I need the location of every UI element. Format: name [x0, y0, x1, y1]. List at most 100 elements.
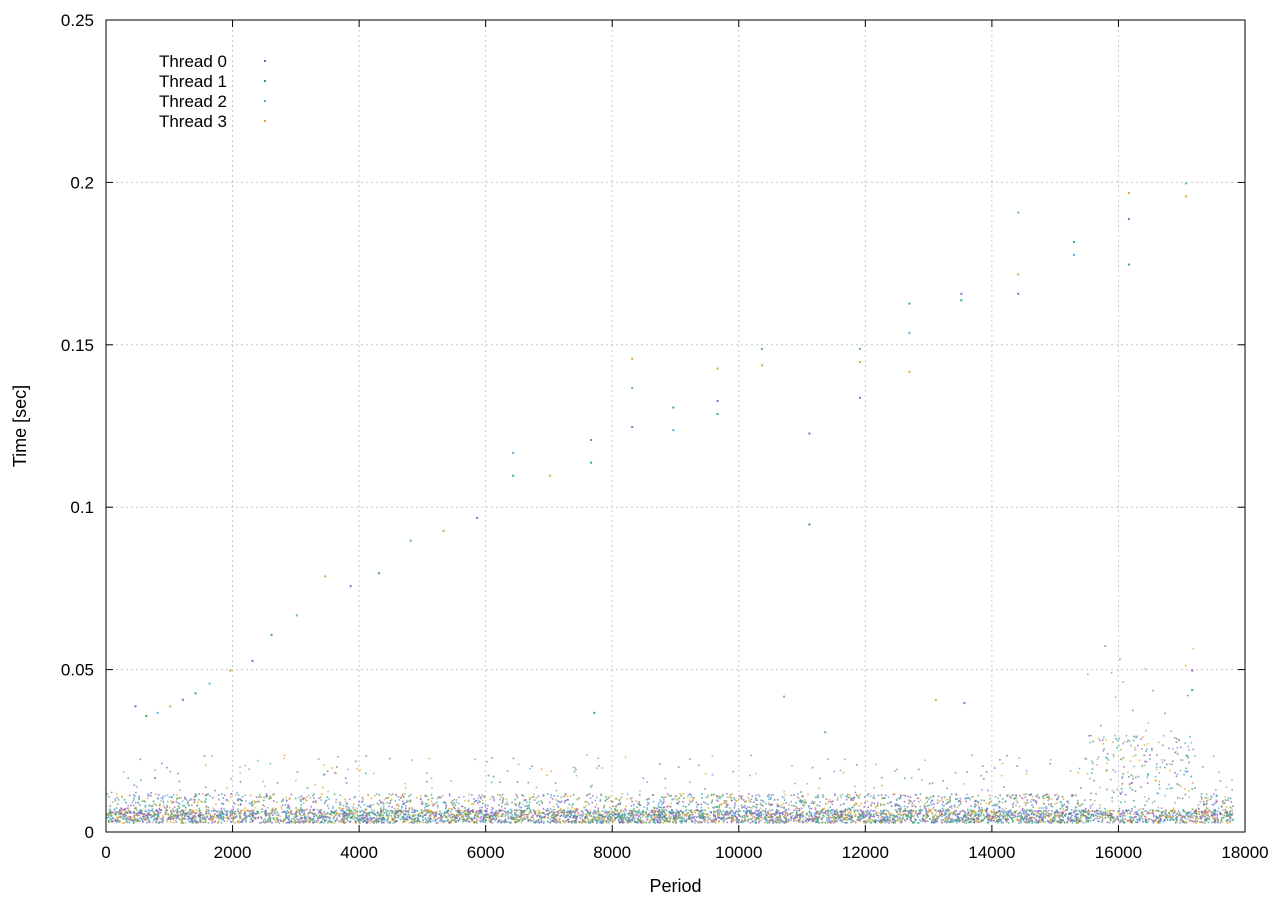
- band-point: [138, 797, 140, 799]
- band-point: [864, 817, 866, 819]
- band-point: [501, 810, 503, 812]
- band-point: [858, 797, 860, 799]
- band-point: [859, 794, 861, 796]
- band-point: [842, 819, 844, 821]
- band-point: [1188, 790, 1190, 792]
- band-point: [179, 807, 181, 809]
- band-point: [411, 807, 413, 809]
- band-point: [486, 817, 488, 819]
- band-point: [770, 819, 772, 821]
- band-point: [1109, 822, 1111, 824]
- band-point: [1231, 789, 1233, 791]
- band-point: [230, 815, 232, 817]
- band-point: [1164, 713, 1166, 715]
- band-point: [124, 813, 126, 815]
- band-point: [318, 812, 320, 814]
- band-point: [133, 811, 135, 813]
- band-point: [927, 805, 929, 807]
- band-point: [521, 794, 523, 796]
- band-point: [569, 804, 571, 806]
- band-point: [646, 781, 648, 783]
- band-point: [558, 807, 560, 809]
- band-point: [918, 769, 920, 771]
- band-point: [468, 800, 470, 802]
- band-point: [318, 758, 320, 760]
- band-point: [1062, 808, 1064, 810]
- band-point: [683, 797, 685, 799]
- band-point: [855, 815, 857, 817]
- band-point: [1130, 811, 1132, 813]
- band-point: [551, 811, 553, 813]
- band-point: [153, 801, 155, 803]
- band-point: [431, 778, 433, 780]
- band-point: [854, 813, 856, 815]
- band-point: [114, 808, 116, 810]
- band-point: [166, 767, 168, 769]
- band-point: [1038, 810, 1040, 812]
- band-point: [543, 808, 545, 810]
- band-point: [479, 807, 481, 809]
- band-point: [598, 765, 600, 767]
- band-point: [1153, 816, 1155, 818]
- band-point: [1124, 801, 1126, 803]
- band-point: [618, 819, 620, 821]
- band-point: [1166, 817, 1168, 819]
- band-point: [265, 810, 267, 812]
- band-point: [239, 766, 241, 768]
- band-point: [576, 810, 578, 812]
- band-point: [226, 812, 228, 814]
- band-point: [726, 800, 728, 802]
- band-point: [898, 808, 900, 810]
- band-point: [428, 799, 430, 801]
- band-point: [298, 797, 300, 799]
- band-point: [1185, 813, 1187, 815]
- band-point: [389, 758, 391, 760]
- band-point: [218, 799, 220, 801]
- band-point: [816, 797, 818, 799]
- band-point: [874, 822, 876, 824]
- band-point: [162, 822, 164, 824]
- band-point: [698, 765, 700, 767]
- band-point: [538, 796, 540, 798]
- band-point: [555, 782, 557, 784]
- band-point: [134, 819, 136, 821]
- band-point: [516, 821, 518, 823]
- band-point: [785, 816, 787, 818]
- band-point: [411, 821, 413, 823]
- band-point: [1085, 808, 1087, 810]
- band-point: [380, 808, 382, 810]
- band-point: [749, 807, 751, 809]
- band-point: [829, 811, 831, 813]
- band-point: [550, 797, 552, 799]
- band-point: [455, 804, 457, 806]
- band-point: [428, 817, 430, 819]
- band-point: [1113, 756, 1115, 758]
- band-point: [563, 820, 565, 822]
- band-point: [1081, 810, 1083, 812]
- band-point: [431, 794, 433, 796]
- band-point: [1103, 813, 1105, 815]
- band-point: [1002, 822, 1004, 824]
- band-point: [538, 801, 540, 803]
- band-point: [1205, 797, 1207, 799]
- band-point: [203, 814, 205, 816]
- band-point: [503, 797, 505, 799]
- band-point: [1170, 819, 1172, 821]
- band-point: [445, 808, 447, 810]
- grid-layer: [106, 20, 1245, 832]
- band-point: [823, 816, 825, 818]
- band-point: [898, 813, 900, 815]
- band-point: [587, 802, 589, 804]
- band-point: [490, 798, 492, 800]
- band-point: [945, 817, 947, 819]
- band-point: [865, 811, 867, 813]
- band-point: [259, 794, 261, 796]
- band-point: [353, 818, 355, 820]
- band-point: [179, 803, 181, 805]
- band-point: [309, 822, 311, 824]
- band-point: [563, 809, 565, 811]
- band-point: [1122, 681, 1124, 683]
- band-point: [152, 808, 154, 810]
- band-point: [904, 801, 906, 803]
- band-point: [1176, 751, 1178, 753]
